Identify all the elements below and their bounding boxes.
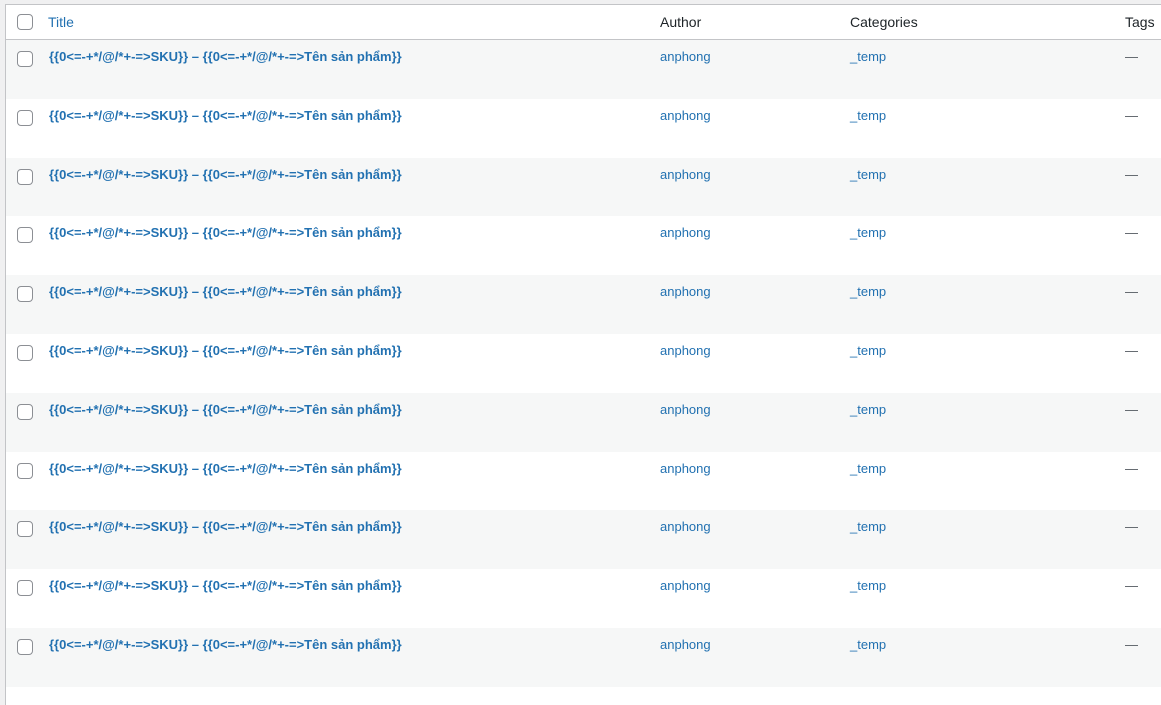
- row-checkbox[interactable]: [17, 403, 33, 420]
- tags-empty-value: —: [1125, 519, 1138, 535]
- post-title-link[interactable]: {{0<=-+*/@/*+-=>SKU}} – {{0<=-+*/@/*+-=>…: [49, 224, 402, 242]
- tags-empty-value: —: [1125, 342, 1138, 358]
- table-row: {{0<=-+*/@/*+-=>SKU}} – {{0<=-+*/@/*+-=>…: [6, 157, 1161, 217]
- tags-empty-value: —: [1125, 107, 1138, 123]
- tags-empty-value: —: [1125, 578, 1138, 594]
- row-checkbox[interactable]: [17, 286, 33, 303]
- table-row: {{0<=-+*/@/*+-=>SKU}} – {{0<=-+*/@/*+-=>…: [6, 392, 1161, 452]
- row-checkbox[interactable]: [17, 344, 33, 361]
- author-link[interactable]: anphong: [660, 107, 711, 125]
- tags-empty-value: —: [1125, 49, 1138, 64]
- author-link[interactable]: anphong: [660, 48, 711, 66]
- column-header-categories: Categories: [850, 14, 918, 30]
- table-row: {{0<=-+*/@/*+-=>SKU}} – {{0<=-+*/@/*+-=>…: [6, 99, 1161, 158]
- select-all-checkbox[interactable]: [17, 14, 33, 30]
- row-checkbox[interactable]: [17, 580, 33, 597]
- row-checkbox[interactable]: [17, 227, 33, 244]
- table-row: {{0<=-+*/@/*+-=>SKU}} – {{0<=-+*/@/*+-=>…: [6, 40, 1161, 99]
- author-link[interactable]: anphong: [660, 166, 711, 184]
- post-title-link[interactable]: {{0<=-+*/@/*+-=>SKU}} – {{0<=-+*/@/*+-=>…: [49, 107, 402, 125]
- tags-empty-value: —: [1125, 225, 1138, 241]
- column-header-tags: Tags: [1125, 14, 1155, 30]
- table-row: {{0<=-+*/@/*+-=>SKU}} – {{0<=-+*/@/*+-=>…: [6, 510, 1161, 570]
- post-title-link[interactable]: {{0<=-+*/@/*+-=>SKU}} – {{0<=-+*/@/*+-=>…: [49, 460, 402, 478]
- row-checkbox[interactable]: [17, 51, 33, 67]
- table-row: {{0<=-+*/@/*+-=>SKU}} – {{0<=-+*/@/*+-=>…: [6, 452, 1161, 511]
- author-link[interactable]: anphong: [660, 224, 711, 242]
- tags-empty-value: —: [1125, 284, 1138, 300]
- author-link[interactable]: anphong: [660, 577, 711, 595]
- post-title-link[interactable]: {{0<=-+*/@/*+-=>SKU}} – {{0<=-+*/@/*+-=>…: [49, 342, 402, 360]
- author-link[interactable]: anphong: [660, 636, 711, 654]
- row-checkbox[interactable]: [17, 462, 33, 479]
- author-link[interactable]: anphong: [660, 342, 711, 360]
- table-row: {{0<=-+*/@/*+-=>SKU}} – {{0<=-+*/@/*+-=>…: [6, 216, 1161, 275]
- table-body: {{0<=-+*/@/*+-=>SKU}} – {{0<=-+*/@/*+-=>…: [6, 40, 1161, 687]
- category-link[interactable]: _temp: [850, 636, 886, 654]
- post-title-link[interactable]: {{0<=-+*/@/*+-=>SKU}} – {{0<=-+*/@/*+-=>…: [49, 48, 402, 66]
- category-link[interactable]: _temp: [850, 48, 886, 66]
- tags-empty-value: —: [1125, 401, 1138, 417]
- table-row: {{0<=-+*/@/*+-=>SKU}} – {{0<=-+*/@/*+-=>…: [6, 334, 1161, 393]
- post-title-link[interactable]: {{0<=-+*/@/*+-=>SKU}} – {{0<=-+*/@/*+-=>…: [49, 577, 402, 595]
- category-link[interactable]: _temp: [850, 401, 886, 419]
- category-link[interactable]: _temp: [850, 518, 886, 536]
- table-row: {{0<=-+*/@/*+-=>SKU}} – {{0<=-+*/@/*+-=>…: [6, 275, 1161, 334]
- row-checkbox[interactable]: [17, 168, 33, 185]
- column-header-author: Author: [660, 14, 702, 30]
- category-link[interactable]: _temp: [850, 166, 886, 184]
- post-title-link[interactable]: {{0<=-+*/@/*+-=>SKU}} – {{0<=-+*/@/*+-=>…: [49, 518, 402, 536]
- category-link[interactable]: _temp: [850, 107, 886, 125]
- row-checkbox[interactable]: [17, 521, 33, 538]
- tags-empty-value: —: [1125, 636, 1138, 652]
- posts-table: Title Author Categories Tags {{0<=-+*/@/…: [5, 4, 1161, 705]
- category-link[interactable]: _temp: [850, 224, 886, 242]
- author-link[interactable]: anphong: [660, 460, 711, 478]
- row-checkbox[interactable]: [17, 638, 33, 655]
- author-link[interactable]: anphong: [660, 518, 711, 536]
- category-link[interactable]: _temp: [850, 342, 886, 360]
- post-title-link[interactable]: {{0<=-+*/@/*+-=>SKU}} – {{0<=-+*/@/*+-=>…: [49, 283, 402, 301]
- table-row: {{0<=-+*/@/*+-=>SKU}} – {{0<=-+*/@/*+-=>…: [6, 569, 1161, 628]
- table-header: Title Author Categories Tags: [6, 5, 1161, 40]
- post-title-link[interactable]: {{0<=-+*/@/*+-=>SKU}} – {{0<=-+*/@/*+-=>…: [49, 636, 402, 654]
- post-title-link[interactable]: {{0<=-+*/@/*+-=>SKU}} – {{0<=-+*/@/*+-=>…: [49, 401, 402, 419]
- tags-empty-value: —: [1125, 460, 1138, 476]
- column-header-title[interactable]: Title: [48, 5, 74, 39]
- category-link[interactable]: _temp: [850, 577, 886, 595]
- author-link[interactable]: anphong: [660, 283, 711, 301]
- table-row: {{0<=-+*/@/*+-=>SKU}} – {{0<=-+*/@/*+-=>…: [6, 627, 1161, 687]
- category-link[interactable]: _temp: [850, 460, 886, 478]
- tags-empty-value: —: [1125, 166, 1138, 182]
- row-checkbox[interactable]: [17, 109, 33, 126]
- post-title-link[interactable]: {{0<=-+*/@/*+-=>SKU}} – {{0<=-+*/@/*+-=>…: [49, 166, 402, 184]
- author-link[interactable]: anphong: [660, 401, 711, 419]
- category-link[interactable]: _temp: [850, 283, 886, 301]
